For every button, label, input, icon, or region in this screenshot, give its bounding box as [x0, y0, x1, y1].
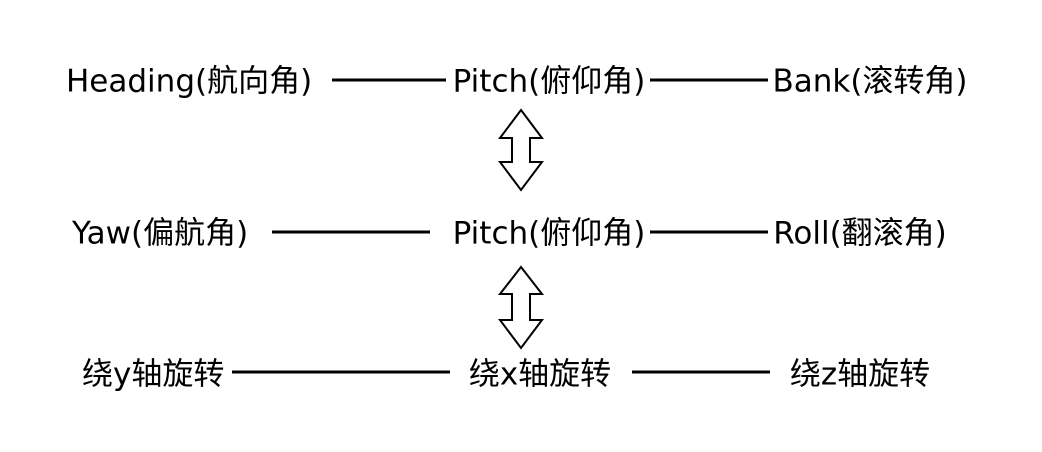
- row2-right-label: Roll(翻滚角): [773, 215, 947, 252]
- row3-middle-label: 绕x轴旋转: [468, 356, 612, 393]
- row1-middle-label: Pitch(俯仰角): [452, 63, 646, 100]
- row1-left-label: Heading(航向角): [66, 63, 313, 100]
- row1-right-label: Bank(滚转角): [772, 63, 968, 100]
- row3-right-label: 绕z轴旋转: [789, 356, 931, 393]
- rotation-terminology-diagram: Heading(航向角) Pitch(俯仰角) Bank(滚转角) Yaw(偏航…: [0, 0, 1042, 452]
- double-arrow-row2-row3: [497, 265, 545, 350]
- row2-left-label: Yaw(偏航角): [72, 215, 249, 252]
- row3-left-label: 绕y轴旋转: [82, 356, 225, 393]
- double-arrow-row1-row2: [498, 108, 544, 192]
- row2-middle-label: Pitch(俯仰角): [452, 215, 646, 252]
